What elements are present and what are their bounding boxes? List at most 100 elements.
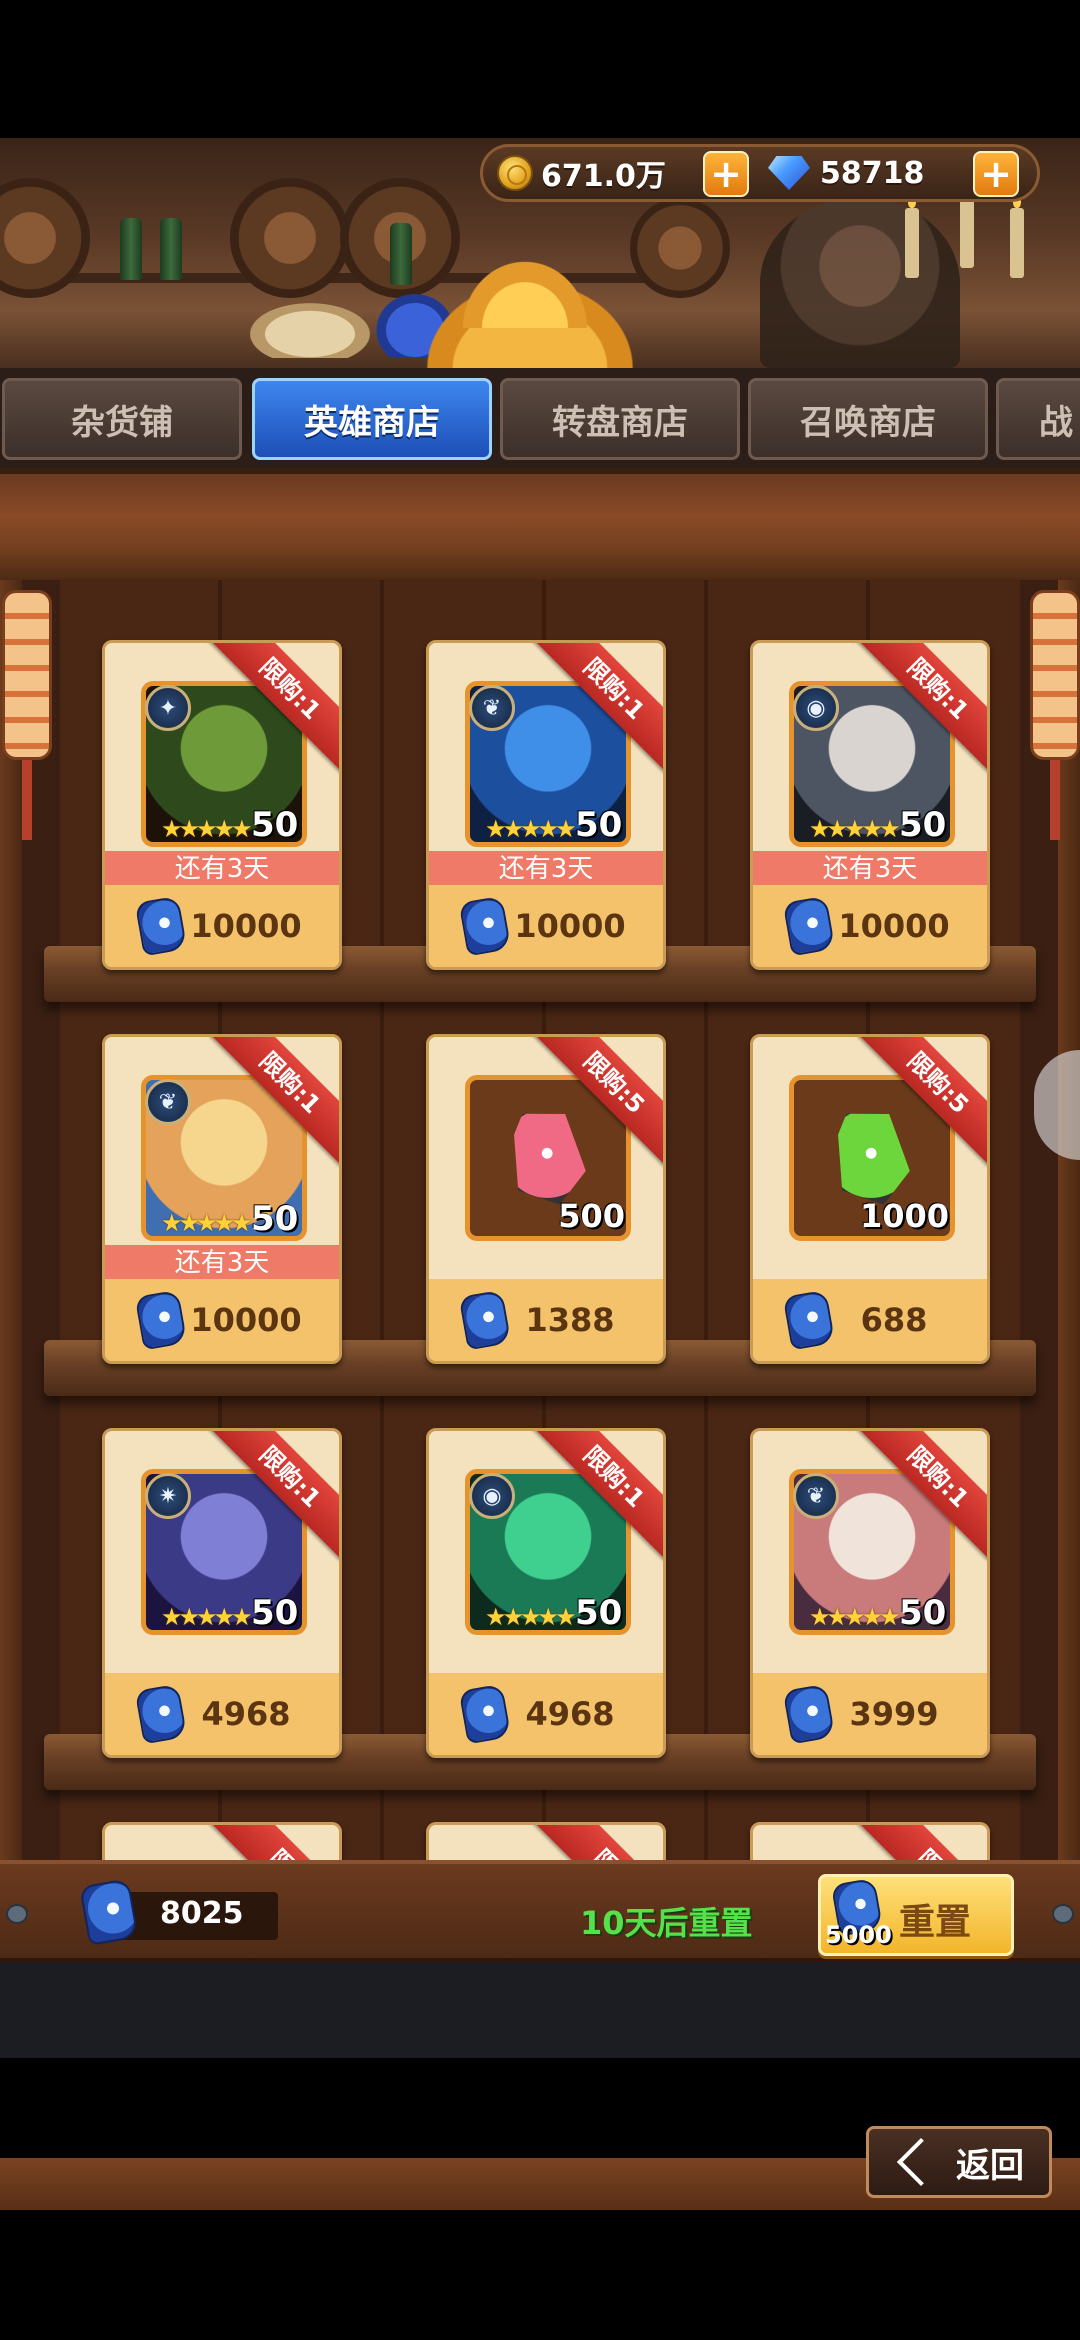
item-price: 10000: [838, 907, 950, 945]
diamond-amount: 58718: [820, 155, 925, 191]
barrel-decoration: [230, 178, 350, 298]
gold-display: 671.0万: [497, 147, 666, 199]
star-rating: ★★★★★: [161, 1209, 253, 1237]
shop-item-card[interactable]: 500 1388 限购:5: [426, 1034, 666, 1364]
candle-decoration: [1010, 194, 1024, 278]
hero-coin-icon: [782, 1683, 836, 1745]
coin-pile-decoration: [450, 248, 600, 328]
price-row: 4968: [429, 1673, 663, 1755]
shop-tabs: 杂货铺 英雄商店 转盘商店 召唤商店 战: [0, 368, 1080, 468]
reset-cost: 5000: [825, 1921, 892, 1949]
price-row: 4968: [105, 1673, 339, 1755]
hero-level: 50: [251, 1593, 299, 1633]
nature-icon: ❦: [793, 1473, 839, 1519]
expire-banner: 还有3天: [105, 851, 339, 887]
lantern-tassel: [22, 760, 32, 840]
back-label: 返回: [956, 2145, 1024, 2186]
expire-banner: 还有3天: [753, 851, 987, 887]
hero-coin-icon: [134, 1289, 188, 1351]
shop-item-card[interactable]: ❦ ★★★★★ 50 还有3天 10000 限购:1: [426, 640, 666, 970]
hero-coin-amount: 8025: [160, 1896, 244, 1931]
tab-general-store[interactable]: 杂货铺: [2, 378, 242, 460]
gold-coin-icon: [497, 155, 533, 191]
back-button[interactable]: 返回: [866, 2126, 1052, 2198]
hero-coin-icon: [134, 1683, 188, 1745]
hero-level: 50: [251, 805, 299, 845]
shop-item-card[interactable]: ◉ ★★★★★ 50 4968 限购:1: [426, 1428, 666, 1758]
add-diamond-button[interactable]: +: [973, 151, 1019, 197]
hero-level: 50: [575, 1593, 623, 1633]
shop-item-card[interactable]: ✦ ★★★★★ 50 还有3天 10000 限购:1: [102, 640, 342, 970]
candle-decoration: [960, 184, 974, 268]
lantern-tassel: [1050, 760, 1060, 840]
hero-level: 50: [899, 1593, 947, 1633]
shop-area: ✦ ★★★★★ 50 还有3天 10000 限购:1 ❦ ★★★★★ 50 还有3天 10000 限购…: [0, 580, 1080, 1860]
shop-item-card[interactable]: 1000 688 限购:5: [750, 1034, 990, 1364]
lantern-decoration: [1030, 590, 1080, 840]
shop-item-card[interactable]: ❦ ★★★★★ 50 还有3天 10000 限购:1: [102, 1034, 342, 1364]
lantern-decoration: [2, 590, 52, 840]
item-quantity: 1000: [859, 1197, 949, 1235]
hero-coin-icon: [458, 1289, 512, 1351]
scrolls-decoration: [240, 298, 380, 358]
price-row: 10000: [753, 885, 987, 967]
star-rating: ★★★★★: [809, 1603, 901, 1631]
item-price: 4968: [525, 1695, 615, 1733]
reset-button[interactable]: 5000 重置: [818, 1874, 1014, 1956]
reset-label: 重置: [899, 1902, 972, 1943]
shop-item-card[interactable]: 限购: [102, 1822, 342, 1860]
gold-amount: 671.0万: [541, 159, 666, 194]
hero-coin-icon: [782, 895, 836, 957]
star-rating: ★★★★★: [485, 815, 577, 843]
star-rating: ★★★★★: [161, 815, 253, 843]
dark-band: [0, 1962, 1080, 2058]
tab-wheel-shop[interactable]: 转盘商店: [500, 378, 740, 460]
candle-decoration: [905, 194, 919, 278]
resource-bar: 671.0万 + 58718 +: [480, 144, 1040, 202]
bottle-decoration: [160, 218, 182, 280]
shop-item-card[interactable]: ◉ ★★★★★ 50 还有3天 10000 限购:1: [750, 640, 990, 970]
shop-item-card[interactable]: ❦ ★★★★★ 50 3999 限购:1: [750, 1428, 990, 1758]
add-gold-button[interactable]: +: [703, 151, 749, 197]
shop-item-card[interactable]: 限购: [426, 1822, 666, 1860]
star-rating: ★★★★★: [161, 1603, 253, 1631]
purchase-limit-ribbon: 限购: [855, 1825, 987, 1860]
bottle-decoration: [120, 218, 142, 280]
star-rating: ★★★★★: [485, 1603, 577, 1631]
tab-battle-shop[interactable]: 战: [996, 378, 1080, 460]
hero-coin-icon: [782, 1289, 836, 1351]
hero-coin-icon: [458, 1683, 512, 1745]
price-row: 10000: [105, 1279, 339, 1361]
back-arrow-icon: [896, 2137, 946, 2187]
side-scroll-handle[interactable]: [1034, 1050, 1080, 1160]
tab-summon-shop[interactable]: 召唤商店: [748, 378, 988, 460]
hero-coin-icon: [134, 895, 188, 957]
shop-footer: 8025 10天后重置 5000 重置: [0, 1860, 1080, 1962]
expire-banner: 还有3天: [105, 1245, 339, 1281]
purchase-limit-ribbon: 限购: [207, 1825, 339, 1860]
dark-icon: ◉: [793, 685, 839, 731]
shopkeeper-figure: [760, 198, 960, 368]
tab-hero-shop[interactable]: 英雄商店: [252, 378, 492, 460]
wind-icon: ✦: [145, 685, 191, 731]
price-row: 688: [753, 1279, 987, 1361]
rivet-decoration: [6, 1904, 28, 1924]
item-price: 10000: [514, 907, 626, 945]
nature-icon: ❦: [469, 685, 515, 731]
dark-icon: ◉: [469, 1473, 515, 1519]
diamond-icon: [768, 156, 810, 190]
nature-icon: ❦: [145, 1079, 191, 1125]
item-price: 4968: [201, 1695, 291, 1733]
reset-countdown: 10天后重置: [580, 1904, 753, 1942]
diamond-display: 58718: [768, 147, 924, 199]
item-price: 688: [860, 1301, 928, 1339]
star-rating: ★★★★★: [809, 815, 901, 843]
lantern-body: [1030, 590, 1080, 760]
expire-banner: 还有3天: [429, 851, 663, 887]
shop-item-card[interactable]: 限购: [750, 1822, 990, 1860]
rivet-decoration: [1052, 1904, 1074, 1924]
price-row: 10000: [429, 885, 663, 967]
shop-item-card[interactable]: ✷ ★★★★★ 50 4968 限购:1: [102, 1428, 342, 1758]
status-area: [0, 0, 1080, 138]
item-price: 3999: [849, 1695, 939, 1733]
